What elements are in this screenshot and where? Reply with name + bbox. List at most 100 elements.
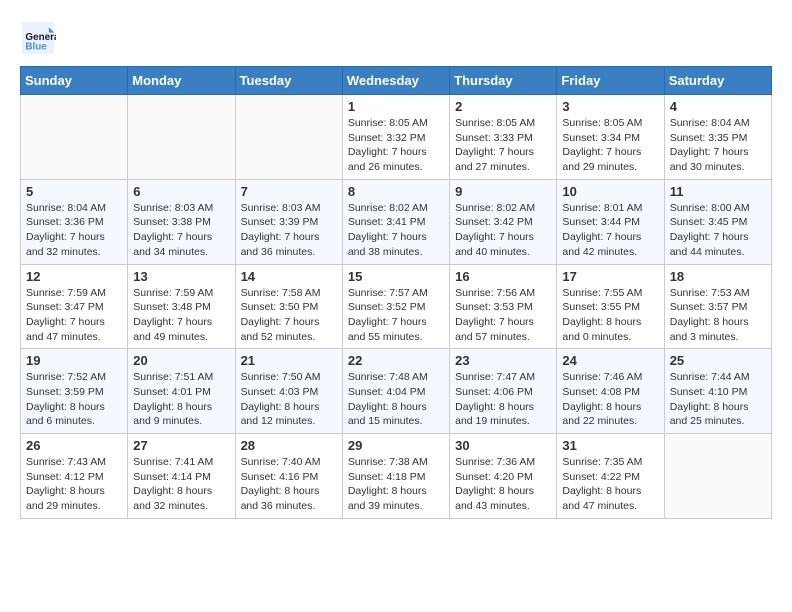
calendar-cell: 3 Sunrise: 8:05 AM Sunset: 3:34 PM Daylig… (557, 95, 664, 180)
day-number: 2 (455, 99, 551, 114)
weekday-header: Thursday (450, 67, 557, 95)
day-number: 7 (241, 184, 337, 199)
day-number: 28 (241, 438, 337, 453)
day-info: Sunrise: 8:05 AM Sunset: 3:34 PM Dayligh… (562, 116, 658, 175)
calendar-cell: 26Sunrise: 7:43 AM Sunset: 4:12 PM Dayli… (21, 434, 128, 519)
day-info: Sunrise: 8:03 AM Sunset: 3:39 PM Dayligh… (241, 201, 337, 260)
calendar-cell: 21 Sunrise: 7:50 AM Sunset: 4:03 PM Dayli… (235, 349, 342, 434)
calendar-cell: 11 Sunrise: 8:00 AM Sunset: 3:45 PM Dayli… (664, 179, 771, 264)
day-number: 10 (562, 184, 658, 199)
calendar-cell (664, 434, 771, 519)
day-number: 15 (348, 269, 444, 284)
calendar-week-row: 1 Sunrise: 8:05 AM Sunset: 3:32 PM Daylig… (21, 95, 772, 180)
calendar-cell: 24 Sunrise: 7:46 AM Sunset: 4:08 PM Dayli… (557, 349, 664, 434)
day-number: 18 (670, 269, 766, 284)
calendar-cell: 27 Sunrise: 7:41 AM Sunset: 4:14 PM Dayli… (128, 434, 235, 519)
day-info: Sunrise: 8:02 AM Sunset: 3:41 PM Dayligh… (348, 201, 444, 260)
day-info: Sunrise: 7:59 AM Sunset: 3:47 PM Dayligh… (26, 286, 122, 345)
weekday-header: Wednesday (342, 67, 449, 95)
day-info: Sunrise: 7:53 AM Sunset: 3:57 PM Dayligh… (670, 286, 766, 345)
day-info: Sunrise: 7:44 AM Sunset: 4:10 PM Dayligh… (670, 370, 766, 429)
calendar-cell: 7 Sunrise: 8:03 AM Sunset: 3:39 PM Daylig… (235, 179, 342, 264)
calendar-cell: 2Sunrise: 8:05 AM Sunset: 3:33 PM Daylig… (450, 95, 557, 180)
calendar-cell: 15 Sunrise: 7:57 AM Sunset: 3:52 PM Dayli… (342, 264, 449, 349)
calendar-cell: 12 Sunrise: 7:59 AM Sunset: 3:47 PM Dayli… (21, 264, 128, 349)
day-info: Sunrise: 7:40 AM Sunset: 4:16 PM Dayligh… (241, 455, 337, 514)
day-info: Sunrise: 7:48 AM Sunset: 4:04 PM Dayligh… (348, 370, 444, 429)
day-number: 26 (26, 438, 122, 453)
calendar-cell: 19Sunrise: 7:52 AM Sunset: 3:59 PM Dayli… (21, 349, 128, 434)
calendar-cell: 13 Sunrise: 7:59 AM Sunset: 3:48 PM Dayli… (128, 264, 235, 349)
day-number: 1 (348, 99, 444, 114)
calendar-cell (235, 95, 342, 180)
day-info: Sunrise: 8:03 AM Sunset: 3:38 PM Dayligh… (133, 201, 229, 260)
day-number: 13 (133, 269, 229, 284)
day-info: Sunrise: 8:04 AM Sunset: 3:36 PM Dayligh… (26, 201, 122, 260)
calendar-cell: 10 Sunrise: 8:01 AM Sunset: 3:44 PM Dayli… (557, 179, 664, 264)
day-info: Sunrise: 7:35 AM Sunset: 4:22 PM Dayligh… (562, 455, 658, 514)
calendar-cell: 29Sunrise: 7:38 AM Sunset: 4:18 PM Dayli… (342, 434, 449, 519)
day-info: Sunrise: 8:00 AM Sunset: 3:45 PM Dayligh… (670, 201, 766, 260)
logo-icon: General Blue (20, 20, 56, 56)
day-info: Sunrise: 8:01 AM Sunset: 3:44 PM Dayligh… (562, 201, 658, 260)
calendar-header: SundayMondayTuesdayWednesdayThursdayFrid… (21, 67, 772, 95)
weekday-header: Monday (128, 67, 235, 95)
calendar-cell: 8 Sunrise: 8:02 AM Sunset: 3:41 PM Daylig… (342, 179, 449, 264)
calendar-cell: 17Sunrise: 7:55 AM Sunset: 3:55 PM Dayli… (557, 264, 664, 349)
calendar-cell: 14Sunrise: 7:58 AM Sunset: 3:50 PM Dayli… (235, 264, 342, 349)
day-info: Sunrise: 7:55 AM Sunset: 3:55 PM Dayligh… (562, 286, 658, 345)
day-number: 16 (455, 269, 551, 284)
day-info: Sunrise: 7:50 AM Sunset: 4:03 PM Dayligh… (241, 370, 337, 429)
calendar-cell: 25 Sunrise: 7:44 AM Sunset: 4:10 PM Dayli… (664, 349, 771, 434)
day-info: Sunrise: 8:02 AM Sunset: 3:42 PM Dayligh… (455, 201, 551, 260)
day-number: 5 (26, 184, 122, 199)
day-number: 8 (348, 184, 444, 199)
day-number: 24 (562, 353, 658, 368)
calendar-week-row: 19Sunrise: 7:52 AM Sunset: 3:59 PM Dayli… (21, 349, 772, 434)
calendar-cell (21, 95, 128, 180)
day-info: Sunrise: 8:04 AM Sunset: 3:35 PM Dayligh… (670, 116, 766, 175)
calendar-cell: 4 Sunrise: 8:04 AM Sunset: 3:35 PM Daylig… (664, 95, 771, 180)
calendar-table: SundayMondayTuesdayWednesdayThursdayFrid… (20, 66, 772, 519)
page-header: General Blue (20, 20, 772, 56)
day-info: Sunrise: 7:58 AM Sunset: 3:50 PM Dayligh… (241, 286, 337, 345)
day-info: Sunrise: 7:59 AM Sunset: 3:48 PM Dayligh… (133, 286, 229, 345)
day-number: 4 (670, 99, 766, 114)
day-number: 19 (26, 353, 122, 368)
weekday-header: Tuesday (235, 67, 342, 95)
calendar-week-row: 26Sunrise: 7:43 AM Sunset: 4:12 PM Dayli… (21, 434, 772, 519)
day-number: 25 (670, 353, 766, 368)
day-info: Sunrise: 7:38 AM Sunset: 4:18 PM Dayligh… (348, 455, 444, 514)
day-info: Sunrise: 7:46 AM Sunset: 4:08 PM Dayligh… (562, 370, 658, 429)
logo: General Blue (20, 20, 62, 56)
weekday-header: Saturday (664, 67, 771, 95)
day-info: Sunrise: 7:36 AM Sunset: 4:20 PM Dayligh… (455, 455, 551, 514)
day-info: Sunrise: 8:05 AM Sunset: 3:32 PM Dayligh… (348, 116, 444, 175)
day-number: 20 (133, 353, 229, 368)
calendar-cell: 9Sunrise: 8:02 AM Sunset: 3:42 PM Daylig… (450, 179, 557, 264)
day-number: 11 (670, 184, 766, 199)
day-number: 12 (26, 269, 122, 284)
day-info: Sunrise: 7:41 AM Sunset: 4:14 PM Dayligh… (133, 455, 229, 514)
weekday-header: Sunday (21, 67, 128, 95)
calendar-cell: 18 Sunrise: 7:53 AM Sunset: 3:57 PM Dayli… (664, 264, 771, 349)
svg-text:Blue: Blue (25, 42, 47, 53)
day-info: Sunrise: 7:57 AM Sunset: 3:52 PM Dayligh… (348, 286, 444, 345)
calendar-cell: 1 Sunrise: 8:05 AM Sunset: 3:32 PM Daylig… (342, 95, 449, 180)
day-number: 3 (562, 99, 658, 114)
calendar-cell: 20 Sunrise: 7:51 AM Sunset: 4:01 PM Dayli… (128, 349, 235, 434)
calendar-cell: 16 Sunrise: 7:56 AM Sunset: 3:53 PM Dayli… (450, 264, 557, 349)
day-info: Sunrise: 7:51 AM Sunset: 4:01 PM Dayligh… (133, 370, 229, 429)
calendar-cell: 6 Sunrise: 8:03 AM Sunset: 3:38 PM Daylig… (128, 179, 235, 264)
day-info: Sunrise: 7:56 AM Sunset: 3:53 PM Dayligh… (455, 286, 551, 345)
day-number: 21 (241, 353, 337, 368)
day-number: 30 (455, 438, 551, 453)
weekday-header: Friday (557, 67, 664, 95)
calendar-cell: 28 Sunrise: 7:40 AM Sunset: 4:16 PM Dayli… (235, 434, 342, 519)
day-number: 6 (133, 184, 229, 199)
calendar-cell: 23Sunrise: 7:47 AM Sunset: 4:06 PM Dayli… (450, 349, 557, 434)
calendar-cell: 30 Sunrise: 7:36 AM Sunset: 4:20 PM Dayli… (450, 434, 557, 519)
calendar-cell: 22Sunrise: 7:48 AM Sunset: 4:04 PM Dayli… (342, 349, 449, 434)
day-number: 27 (133, 438, 229, 453)
calendar-cell (128, 95, 235, 180)
